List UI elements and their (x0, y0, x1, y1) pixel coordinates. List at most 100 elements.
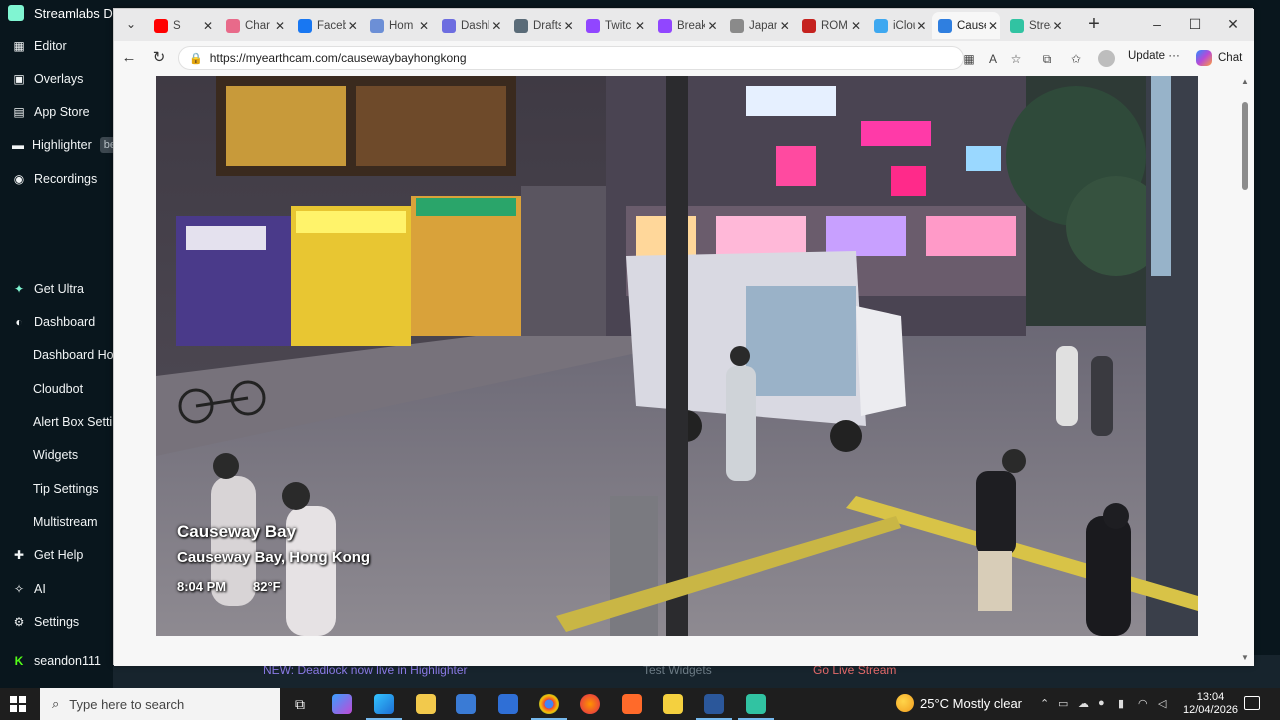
tab-label: Drafts (533, 19, 562, 32)
favorite-star-icon[interactable]: ☆ (1007, 50, 1025, 68)
onedrive-icon[interactable]: ☁ (1078, 697, 1089, 710)
sidebar-item-get-help[interactable]: ✚ Get Help (0, 541, 113, 569)
read-aloud-icon[interactable]: A (984, 50, 1002, 68)
sidebar-item-multistream[interactable]: Multistream (0, 508, 113, 536)
close-tab-icon[interactable]: ✕ (1051, 19, 1064, 33)
battery-icon[interactable]: ▮ (1118, 697, 1124, 710)
browser-tab[interactable]: Strea✕ (1004, 12, 1064, 39)
brave-app-icon[interactable] (622, 694, 642, 714)
close-tab-icon[interactable]: ✕ (777, 19, 792, 33)
close-tab-icon[interactable]: ✕ (200, 19, 216, 33)
new-tab-button[interactable]: + (1082, 14, 1106, 36)
minimize-button[interactable]: – (1142, 13, 1172, 35)
facebook-icon (298, 18, 312, 33)
sidebar-item-cloudbot[interactable]: Cloudbot (0, 375, 113, 403)
microphone-icon[interactable]: ● (1098, 697, 1105, 709)
chevron-up-icon[interactable]: ⌃ (1040, 697, 1049, 710)
sidebar-item-dashboard-home[interactable]: Dashboard Hor (0, 341, 113, 369)
close-tab-icon[interactable]: ✕ (489, 19, 504, 33)
app-available-icon[interactable]: ▦ (960, 50, 978, 68)
close-window-button[interactable]: ✕ (1218, 13, 1248, 35)
tab-label: Cause (957, 19, 986, 32)
overlays-icon: ▣ (13, 72, 25, 86)
firefox-app-icon[interactable] (580, 694, 600, 714)
edge-app-icon[interactable] (366, 694, 402, 720)
taskbar-clock[interactable]: 13:04 12/04/2026 (1183, 691, 1238, 717)
word-app-icon[interactable] (696, 694, 732, 720)
close-tab-icon[interactable]: ✕ (346, 19, 360, 33)
notification-center-icon[interactable] (1244, 696, 1260, 710)
scrollbar-thumb[interactable] (1242, 102, 1248, 190)
close-tab-icon[interactable]: ✕ (632, 19, 648, 33)
close-tab-icon[interactable]: ✕ (272, 19, 288, 33)
taskbar-search-box[interactable]: ⌕ Type here to search (40, 688, 280, 720)
copilot-app-icon[interactable] (332, 694, 352, 714)
browser-tab[interactable]: Drafts ✕ (508, 12, 576, 39)
sidebar-item-highlighter[interactable]: ▬ Highlighter be (0, 131, 113, 159)
url-text[interactable]: https://myearthcam.com/causewaybayhongko… (210, 51, 467, 65)
profile-avatar[interactable] (1098, 50, 1115, 67)
store-app-icon[interactable] (456, 694, 476, 714)
volume-icon[interactable]: ◁ (1158, 697, 1166, 710)
chrome-app-icon[interactable] (531, 694, 567, 720)
sidebar-item-account[interactable]: Kseandon111 (0, 647, 113, 675)
browser-tab[interactable]: iClou✕ (868, 12, 928, 39)
close-tab-icon[interactable]: ✕ (986, 19, 1000, 33)
sticky-notes-icon[interactable] (663, 694, 683, 714)
sidebar-item-settings[interactable]: ⚙ Settings (0, 608, 113, 636)
tray-app-icon[interactable]: ▭ (1058, 697, 1068, 710)
sidebar-item-alert-box[interactable]: Alert Box Settin (0, 408, 113, 436)
browser-tab[interactable]: Break ✕ (652, 12, 720, 39)
page-scrollbar[interactable]: ▲ ▼ (1238, 75, 1252, 666)
favorites-icon[interactable]: ✩ (1067, 50, 1085, 68)
weather-widget[interactable]: 25°C Mostly clear (896, 694, 1022, 712)
windows-start-icon[interactable] (10, 696, 26, 712)
scroll-down-icon[interactable]: ▼ (1241, 653, 1249, 662)
recordings-icon: ◉ (13, 172, 25, 186)
sidebar-item-ai[interactable]: ✧ AI (0, 575, 113, 603)
maximize-button[interactable]: ☐ (1180, 13, 1210, 35)
browser-tab[interactable]: Faceb✕ (292, 12, 360, 39)
webcam-video[interactable]: Causeway Bay Causeway Bay, Hong Kong 8:0… (156, 76, 1198, 636)
network-icon[interactable]: ◠ (1138, 697, 1148, 710)
sidebar-item-widgets[interactable]: Widgets (0, 441, 113, 469)
scroll-up-icon[interactable]: ▲ (1241, 77, 1249, 86)
refresh-button[interactable]: ↻ (148, 48, 170, 68)
browser-tab[interactable]: S ✕ (148, 12, 216, 39)
sidebar-item-overlays[interactable]: ▣ Overlays (0, 65, 113, 93)
camera-local-time: 8:04 PM (177, 579, 227, 594)
highlighter-icon: ▬ (12, 138, 24, 152)
sidebar-item-recordings[interactable]: ◉ Recordings (0, 165, 113, 193)
browser-tab[interactable]: ROM ✕ (796, 12, 864, 39)
browser-tab[interactable]: Cause✕ (932, 12, 1000, 39)
tab-actions-menu-button[interactable]: ⌄ (120, 13, 142, 35)
close-tab-icon[interactable]: ✕ (705, 19, 720, 33)
update-button[interactable]: Update ··· (1128, 50, 1180, 62)
browser-tab[interactable]: Dashl ✕ (436, 12, 504, 39)
browser-tab[interactable]: Japan ✕ (724, 12, 792, 39)
task-view-icon[interactable]: ⧉ (290, 694, 310, 714)
close-tab-icon[interactable]: ✕ (848, 19, 864, 33)
streamlabs-app-icon[interactable] (738, 694, 774, 720)
browser-tab[interactable]: Twitc ✕ (580, 12, 648, 39)
copilot-chat-button[interactable]: Chat (1196, 50, 1242, 66)
copilot-icon (1196, 50, 1212, 66)
sidebar-item-tip-settings[interactable]: Tip Settings (0, 475, 113, 503)
close-tab-icon[interactable]: ✕ (915, 19, 928, 33)
extensions-icon[interactable]: ⧉ (1038, 50, 1056, 68)
outlook-app-icon[interactable] (498, 694, 518, 714)
sidebar-item-get-ultra[interactable]: ✦ Get Ultra (0, 275, 113, 303)
sidebar-item-editor[interactable]: ▦ Editor (0, 32, 113, 60)
address-bar[interactable]: 🔒 https://myearthcam.com/causewaybayhong… (178, 46, 964, 70)
sidebar-item-app-store[interactable]: ▤ App Store (0, 98, 113, 126)
browser-tab[interactable]: Hom ✕ (364, 12, 432, 39)
close-tab-icon[interactable]: ✕ (416, 19, 432, 33)
browser-tab[interactable]: Char ✕ (220, 12, 288, 39)
file-explorer-icon[interactable] (416, 694, 436, 714)
back-button[interactable]: ← (118, 48, 140, 68)
sidebar-item-dashboard[interactable]: ◐ Dashboard (0, 308, 113, 336)
close-tab-icon[interactable]: ✕ (561, 19, 576, 33)
kick-icon: K (14, 654, 24, 668)
icloud-icon (874, 18, 888, 33)
site-info-icon[interactable]: 🔒 (189, 52, 203, 65)
